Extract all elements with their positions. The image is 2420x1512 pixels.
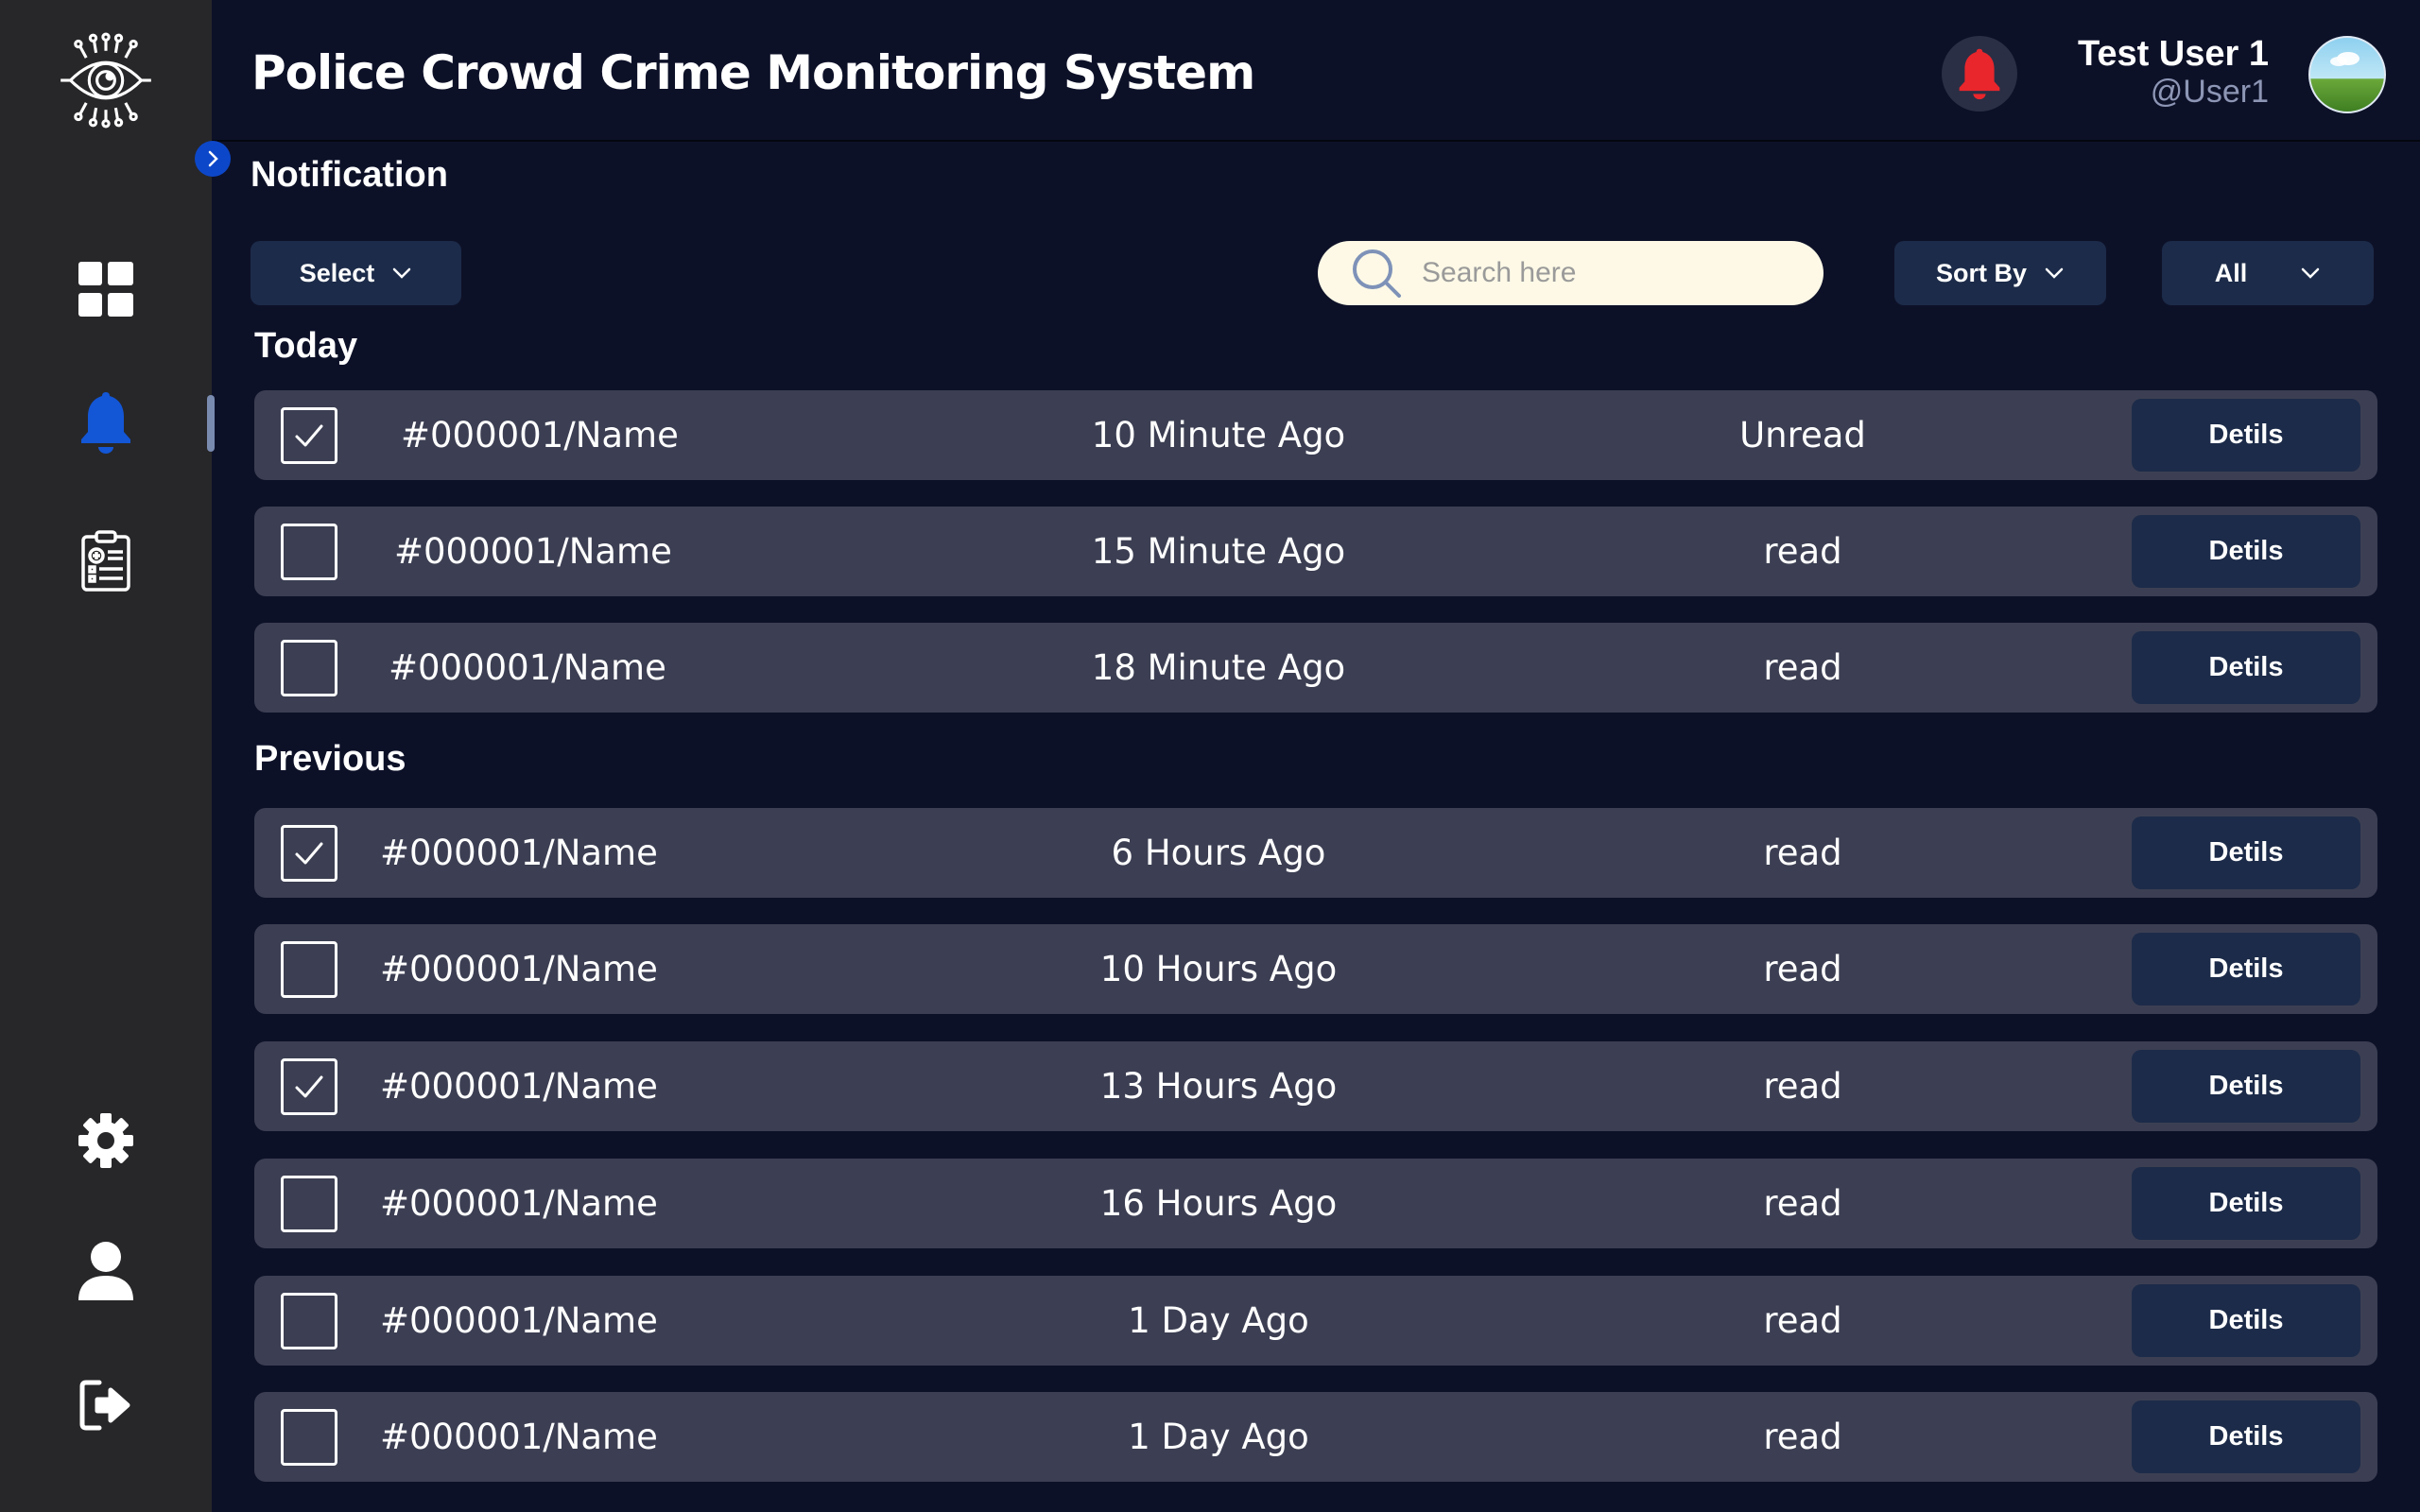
bell-icon[interactable]	[78, 389, 134, 455]
row-checkbox[interactable]	[281, 1176, 337, 1232]
notification-row[interactable]: #000001/Name 10 Minute Ago Unread Detils	[254, 390, 2377, 480]
app-title: Police Crowd Crime Monitoring System	[251, 45, 1255, 100]
chevron-right-icon	[208, 150, 218, 167]
notification-status: read	[1763, 1183, 1842, 1224]
notification-status: read	[1763, 1066, 1842, 1107]
row-checkbox[interactable]	[281, 640, 337, 696]
row-checkbox[interactable]	[281, 524, 337, 580]
checkmark-icon	[295, 1075, 323, 1098]
search-bar[interactable]	[1318, 241, 1824, 305]
notification-status: read	[1763, 1417, 1842, 1457]
notification-name: #000001/Name	[380, 1066, 658, 1107]
details-button[interactable]: Detils	[2132, 399, 2360, 472]
notification-time: 1 Day Ago	[1128, 1300, 1309, 1341]
details-button[interactable]: Detils	[2132, 816, 2360, 889]
search-icon	[1353, 249, 1401, 298]
notification-status: read	[1763, 531, 1842, 572]
notification-row[interactable]: #000001/Name 1 Day Ago read Detils	[254, 1392, 2377, 1482]
notification-name: #000001/Name	[401, 415, 679, 455]
section-heading-today: Today	[254, 326, 358, 366]
notification-row[interactable]: #000001/Name 10 Hours Ago read Detils	[254, 924, 2377, 1014]
notification-status: read	[1763, 1300, 1842, 1341]
row-checkbox[interactable]	[281, 941, 337, 998]
row-checkbox[interactable]	[281, 1293, 337, 1349]
filter-label: All	[2214, 258, 2248, 287]
chevron-down-icon	[2302, 267, 2320, 279]
avatar[interactable]	[2308, 36, 2386, 113]
header: Police Crowd Crime Monitoring System Tes…	[212, 0, 2420, 142]
sort-by-label: Sort By	[1935, 258, 2028, 287]
chevron-down-icon	[393, 267, 411, 279]
user-name: Test User 1	[2077, 34, 2269, 74]
notification-bell-button[interactable]	[1942, 36, 2017, 112]
row-checkbox[interactable]	[281, 1409, 337, 1466]
notification-name: #000001/Name	[380, 949, 658, 989]
user-handle: @User1	[2150, 74, 2269, 110]
row-checkbox[interactable]	[281, 825, 337, 882]
sidebar-active-indicator	[207, 395, 215, 452]
notification-time: 10 Minute Ago	[1091, 415, 1346, 455]
details-button[interactable]: Detils	[2132, 1400, 2360, 1473]
notification-row[interactable]: #000001/Name 15 Minute Ago read Detils	[254, 507, 2377, 596]
notification-row[interactable]: #000001/Name 6 Hours Ago read Detils	[254, 808, 2377, 898]
notification-time: 13 Hours Ago	[1099, 1066, 1338, 1107]
notification-status: read	[1763, 949, 1842, 989]
user-icon[interactable]	[77, 1240, 135, 1302]
filter-dropdown[interactable]: All	[2162, 241, 2374, 305]
select-dropdown[interactable]: Select	[251, 241, 461, 305]
sort-by-dropdown[interactable]: Sort By	[1894, 241, 2106, 305]
sidebar	[0, 0, 212, 1512]
bell-alert-icon	[1959, 48, 2000, 100]
details-button[interactable]: Detils	[2132, 933, 2360, 1005]
details-button[interactable]: Detils	[2132, 1284, 2360, 1357]
notification-status: Unread	[1739, 415, 1866, 455]
checkmark-icon	[295, 842, 323, 865]
notification-name: #000001/Name	[380, 833, 658, 873]
notification-time: 6 Hours Ago	[1111, 833, 1326, 873]
select-label: Select	[299, 258, 375, 287]
gear-icon[interactable]	[77, 1111, 135, 1170]
row-checkbox[interactable]	[281, 407, 337, 464]
notification-status: read	[1763, 647, 1842, 688]
details-button[interactable]: Detils	[2132, 631, 2360, 704]
eye-logo-icon[interactable]	[54, 28, 158, 132]
notification-row[interactable]: #000001/Name 18 Minute Ago read Detils	[254, 623, 2377, 713]
notification-row[interactable]: #000001/Name 13 Hours Ago read Detils	[254, 1041, 2377, 1131]
checkmark-icon	[295, 424, 323, 447]
notification-name: #000001/Name	[394, 531, 672, 572]
search-input[interactable]	[1422, 257, 1781, 289]
section-heading-previous: Previous	[254, 739, 406, 779]
notification-time: 10 Hours Ago	[1099, 949, 1338, 989]
notification-time: 1 Day Ago	[1128, 1417, 1309, 1457]
notification-row[interactable]: #000001/Name 1 Day Ago read Detils	[254, 1276, 2377, 1366]
notification-status: read	[1763, 833, 1842, 873]
details-button[interactable]: Detils	[2132, 515, 2360, 588]
notification-time: 18 Minute Ago	[1091, 647, 1346, 688]
notification-name: #000001/Name	[380, 1183, 658, 1224]
notification-row[interactable]: #000001/Name 16 Hours Ago read Detils	[254, 1159, 2377, 1248]
details-button[interactable]: Detils	[2132, 1167, 2360, 1240]
clipboard-report-icon[interactable]	[79, 529, 132, 592]
page-title: Notification	[251, 155, 448, 195]
dashboard-grid-icon[interactable]	[78, 261, 134, 318]
notification-name: #000001/Name	[389, 647, 666, 688]
row-checkbox[interactable]	[281, 1058, 337, 1115]
notification-time: 15 Minute Ago	[1091, 531, 1346, 572]
notification-time: 16 Hours Ago	[1099, 1183, 1338, 1224]
notification-name: #000001/Name	[380, 1300, 658, 1341]
notification-name: #000001/Name	[380, 1417, 658, 1457]
chevron-down-icon	[2045, 267, 2064, 279]
logout-icon[interactable]	[78, 1376, 134, 1435]
sidebar-toggle-button[interactable]	[195, 141, 231, 177]
details-button[interactable]: Detils	[2132, 1050, 2360, 1123]
